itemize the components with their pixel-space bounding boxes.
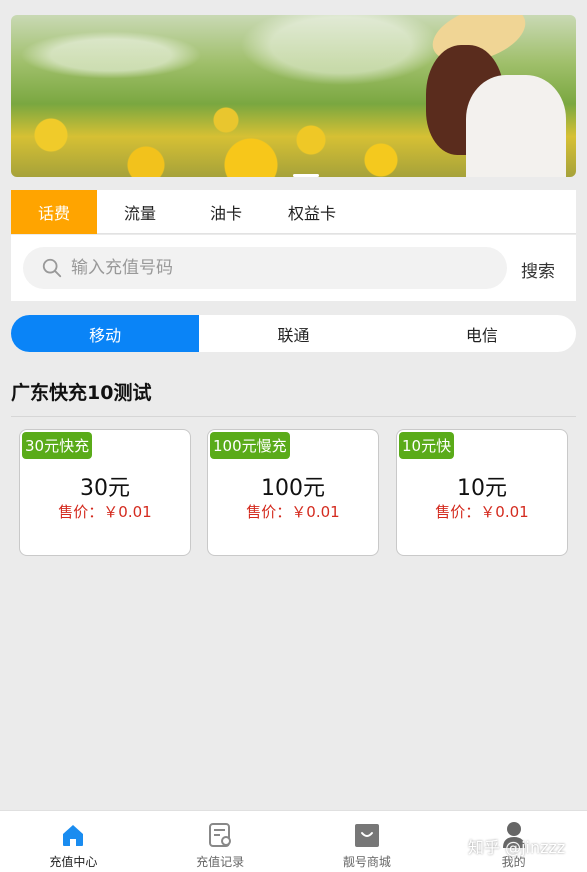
search-icon <box>42 258 62 278</box>
carrier-selector: 移动 联通 电信 <box>11 315 576 352</box>
nav-recharge-center[interactable]: 充值中心 <box>0 811 147 872</box>
product-amount: 10元 <box>457 476 507 501</box>
product-badge: 100元慢充 <box>210 432 290 459</box>
section-title: 广东快充10测试 <box>11 382 152 404</box>
tab-data[interactable]: 流量 <box>97 190 183 234</box>
search-button[interactable]: 搜索 <box>521 257 555 282</box>
product-badge: 10元快 <box>399 432 455 459</box>
nav-label: 充值中心 <box>49 855 98 869</box>
product-price: 售价：￥0.01 <box>58 503 152 521</box>
tab-fuel-card[interactable]: 油卡 <box>183 190 269 234</box>
shop-icon <box>354 824 379 847</box>
product-amount: 30元 <box>80 476 130 501</box>
phone-number-input[interactable] <box>71 258 471 278</box>
carrier-mobile[interactable]: 移动 <box>11 315 200 352</box>
category-tabs: 话费 流量 油卡 权益卡 <box>11 190 576 234</box>
product-card[interactable]: 100元慢充 100元 售价：￥0.01 <box>207 429 379 556</box>
nav-number-shop[interactable]: 靓号商城 <box>294 811 441 872</box>
product-card[interactable]: 30元快充 30元 售价：￥0.01 <box>19 429 191 556</box>
carousel-indicator[interactable] <box>293 174 319 177</box>
search-panel: 搜索 <box>11 235 576 301</box>
product-badge: 30元快充 <box>22 432 93 459</box>
search-box[interactable] <box>23 247 507 289</box>
carrier-unicom[interactable]: 联通 <box>199 315 387 352</box>
product-amount: 100元 <box>261 476 325 501</box>
tab-phone-bill[interactable]: 话费 <box>11 190 97 234</box>
tab-benefit-card[interactable]: 权益卡 <box>269 190 355 234</box>
banner-figure-dress <box>466 75 566 177</box>
banner-carousel[interactable] <box>11 15 576 177</box>
product-price: 售价：￥0.01 <box>246 503 340 521</box>
nav-recharge-records[interactable]: 充值记录 <box>147 811 294 872</box>
nav-label: 靓号商城 <box>342 855 391 869</box>
product-card[interactable]: 10元快 10元 售价：￥0.01 <box>396 429 568 556</box>
record-icon <box>209 823 232 847</box>
home-icon <box>63 825 84 846</box>
nav-label: 充值记录 <box>196 855 245 869</box>
watermark: 知乎 @jinzzz <box>468 838 566 857</box>
carrier-telecom[interactable]: 电信 <box>388 315 576 352</box>
section-divider <box>11 416 576 417</box>
product-price: 售价：￥0.01 <box>435 503 529 521</box>
